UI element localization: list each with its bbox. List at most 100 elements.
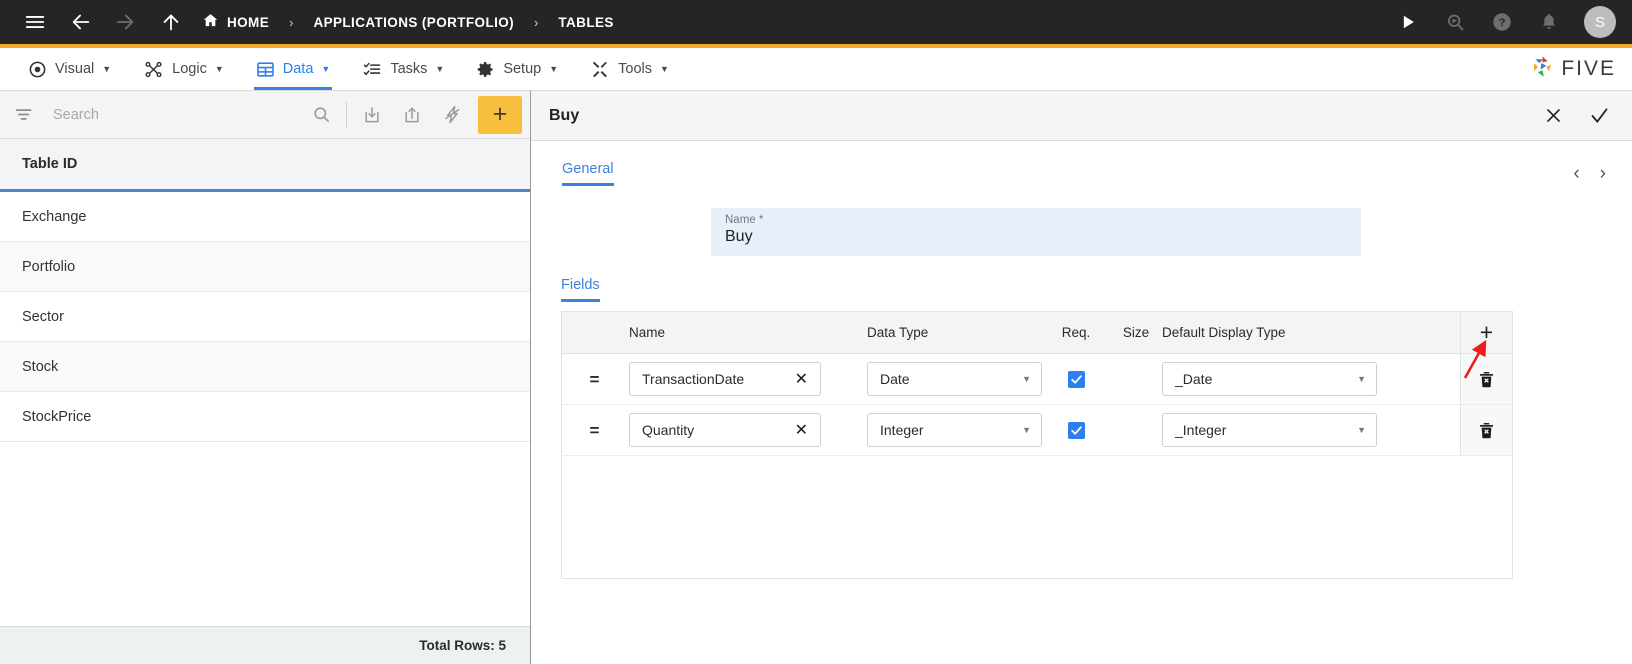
field-name-value: Quantity (642, 422, 695, 438)
delete-row-button[interactable] (1460, 405, 1512, 455)
field-name-cell: Quantity ✕ (627, 413, 867, 447)
name-field-label: Name * (725, 214, 764, 226)
add-table-button[interactable]: + (478, 95, 522, 134)
header-default-display-type: Default Display Type (1162, 325, 1286, 340)
list-item[interactable]: Portfolio (0, 242, 530, 292)
eye-icon (28, 60, 47, 79)
menu-item-visual[interactable]: Visual ▼ (12, 48, 127, 90)
header-data-type: Data Type (867, 325, 929, 340)
search-input[interactable] (35, 106, 301, 123)
default-display-type-select[interactable]: _Date ▼ (1162, 362, 1377, 396)
chevron-down-icon: ▼ (321, 63, 331, 74)
help-icon[interactable]: ? (1485, 5, 1519, 39)
chevron-down-icon: ▼ (214, 63, 224, 74)
breadcrumb-item-home[interactable]: HOME (198, 12, 273, 32)
prev-record-icon[interactable]: ‹ (1573, 164, 1579, 183)
detail-header-actions (1544, 105, 1610, 126)
name-field[interactable]: Name * Buy (711, 208, 1361, 256)
svg-text:?: ? (1499, 17, 1506, 29)
breadcrumb-label-home: HOME (227, 14, 270, 30)
notifications-bell-icon[interactable] (1532, 5, 1566, 39)
list-item-label: StockPrice (22, 408, 92, 425)
tables-list-panel: + Table ID Exchange Portfolio Sector Sto… (0, 91, 531, 664)
menu-item-tools[interactable]: Tools ▼ (574, 48, 685, 90)
top-navigation-bar: HOME › APPLICATIONS (PORTFOLIO) › TABLES… (0, 0, 1632, 48)
list-item-label: Sector (22, 308, 64, 325)
data-type-select[interactable]: Date ▼ (867, 362, 1042, 396)
forward-arrow-icon[interactable] (108, 5, 142, 39)
drag-handle-icon[interactable]: = (562, 371, 627, 388)
list-item-label: Stock (22, 358, 59, 375)
clear-icon[interactable]: ✕ (791, 369, 812, 389)
detail-tabs: General ‹ › (561, 141, 1606, 186)
data-type-cell: Integer ▼ (867, 413, 1042, 447)
search-preview-icon[interactable] (1438, 5, 1472, 39)
data-type-value: Integer (880, 422, 924, 438)
table-row[interactable]: = TransactionDate ✕ Date ▼ _Date ▼ (562, 354, 1512, 405)
close-icon[interactable] (1544, 106, 1563, 125)
menu-item-setup[interactable]: Setup ▼ (460, 48, 574, 90)
app-root: HOME › APPLICATIONS (PORTFOLIO) › TABLES… (0, 0, 1632, 664)
menu-item-tasks[interactable]: Tasks ▼ (346, 48, 460, 90)
breadcrumb-item-applications[interactable]: APPLICATIONS (PORTFOLIO) (309, 15, 518, 30)
search-icon[interactable] (301, 91, 341, 139)
import-icon[interactable] (352, 91, 392, 139)
next-record-icon[interactable]: › (1600, 164, 1606, 183)
menu-label-tasks: Tasks (390, 61, 428, 77)
content-area: + Table ID Exchange Portfolio Sector Sto… (0, 91, 1632, 664)
default-display-type-cell: _Integer ▼ (1162, 413, 1407, 447)
delete-row-button[interactable] (1460, 354, 1512, 404)
record-pager: ‹ › (1573, 164, 1606, 183)
export-icon[interactable] (392, 91, 432, 139)
field-name-cell: TransactionDate ✕ (627, 362, 867, 396)
clear-icon[interactable]: ✕ (791, 420, 812, 440)
fields-tab-label: Fields (561, 277, 600, 302)
menu-item-logic[interactable]: Logic ▼ (127, 48, 240, 90)
five-pinwheel-icon (1529, 54, 1556, 85)
task-list-icon (362, 60, 382, 79)
add-field-button[interactable]: + (1460, 312, 1512, 353)
default-display-type-select[interactable]: _Integer ▼ (1162, 413, 1377, 447)
list-item[interactable]: Exchange (0, 192, 530, 242)
hamburger-icon[interactable] (18, 5, 52, 39)
data-type-value: Date (880, 371, 910, 387)
fields-section-tab[interactable]: Fields (561, 276, 600, 302)
breadcrumb-separator: › (534, 14, 539, 30)
chevron-down-icon: ▼ (1357, 425, 1366, 435)
logic-nodes-icon (143, 60, 164, 79)
gear-icon (476, 60, 495, 79)
back-arrow-icon[interactable] (64, 5, 98, 39)
drag-handle-icon[interactable]: = (562, 422, 627, 439)
required-checkbox[interactable] (1067, 421, 1085, 439)
lightning-icon[interactable] (432, 91, 472, 139)
filter-icon[interactable] (14, 104, 35, 125)
list-item[interactable]: StockPrice (0, 392, 530, 442)
field-name-input[interactable]: Quantity ✕ (629, 413, 821, 447)
menu-label-setup: Setup (503, 61, 542, 77)
header-name: Name (629, 325, 666, 340)
menu-item-data[interactable]: Data ▼ (240, 48, 347, 90)
up-arrow-icon[interactable] (154, 5, 188, 39)
main-menu-bar: Visual ▼ Logic ▼ Data ▼ Tasks ▼ Setup ▼ … (0, 48, 1632, 91)
delete-row-icon (1477, 421, 1496, 440)
table-row[interactable]: = Quantity ✕ Integer ▼ _Integer ▼ (562, 405, 1512, 456)
detail-panel: Buy General ‹ › Name * Buy Fields Name D… (531, 91, 1632, 664)
default-display-type-value: _Date (1175, 371, 1213, 387)
list-column-header: Table ID (0, 139, 530, 192)
breadcrumb: HOME › APPLICATIONS (PORTFOLIO) › TABLES (198, 12, 618, 32)
breadcrumb-item-tables[interactable]: TABLES (554, 15, 617, 30)
required-checkbox[interactable] (1067, 370, 1085, 388)
run-icon[interactable] (1391, 5, 1425, 39)
fields-grid-empty-area (562, 456, 1512, 578)
tab-general[interactable]: General (562, 161, 614, 186)
field-name-input[interactable]: TransactionDate ✕ (629, 362, 821, 396)
confirm-check-icon[interactable] (1589, 105, 1610, 126)
data-type-select[interactable]: Integer ▼ (867, 413, 1042, 447)
five-logo-text: FIVE (1561, 57, 1616, 80)
avatar[interactable]: S (1584, 6, 1616, 38)
list-item[interactable]: Stock (0, 342, 530, 392)
menu-label-tools: Tools (618, 61, 652, 77)
breadcrumb-label-tables: TABLES (558, 14, 614, 30)
fields-grid-header: Name Data Type Req. Size Default Display… (562, 312, 1512, 354)
list-item[interactable]: Sector (0, 292, 530, 342)
